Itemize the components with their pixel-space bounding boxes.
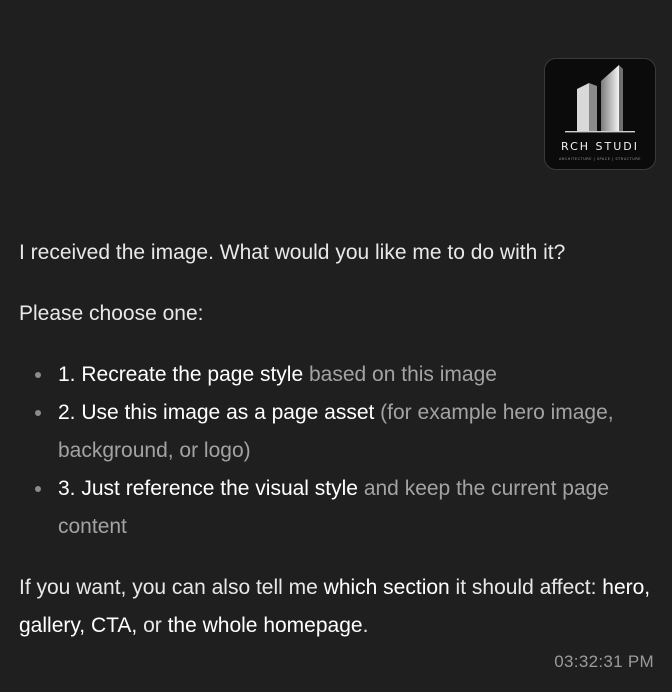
- closing-text: If you want, you can also tell me: [19, 576, 324, 599]
- option-item: 2. Use this image as a page asset (for e…: [35, 394, 659, 470]
- assistant-message: I received the image. What would you lik…: [19, 234, 659, 645]
- message-closing: If you want, you can also tell me which …: [19, 569, 659, 645]
- option-title: 2. Use this image as a page asset: [58, 401, 375, 424]
- options-list: 1. Recreate the page style based on this…: [19, 356, 659, 546]
- option-item: 1. Recreate the page style based on this…: [35, 356, 659, 394]
- message-intro: I received the image. What would you lik…: [19, 241, 566, 264]
- logo-tagline: ARCHITECTURE | SPACE | STRUCTURE: [559, 157, 641, 161]
- image-attachment-thumbnail[interactable]: RCH STUDI ARCHITECTURE | SPACE | STRUCTU…: [544, 58, 656, 170]
- closing-text: it should affect:: [449, 576, 603, 599]
- option-detail: based on this image: [303, 363, 497, 386]
- option-item: 3. Just reference the visual style and k…: [35, 470, 659, 546]
- option-title: 1. Recreate the page style: [58, 363, 304, 386]
- closing-emphasis: which section: [323, 576, 450, 599]
- logo-wordmark: RCH STUDI: [560, 140, 639, 153]
- message-prompt: Please choose one:: [19, 302, 204, 325]
- closing-text: or: [137, 614, 168, 637]
- closing-emphasis: the whole homepage: [167, 614, 363, 637]
- option-title: 3. Just reference the visual style: [58, 477, 358, 500]
- closing-text: .: [362, 614, 369, 637]
- message-timestamp: 03:32:31 PM: [554, 652, 654, 671]
